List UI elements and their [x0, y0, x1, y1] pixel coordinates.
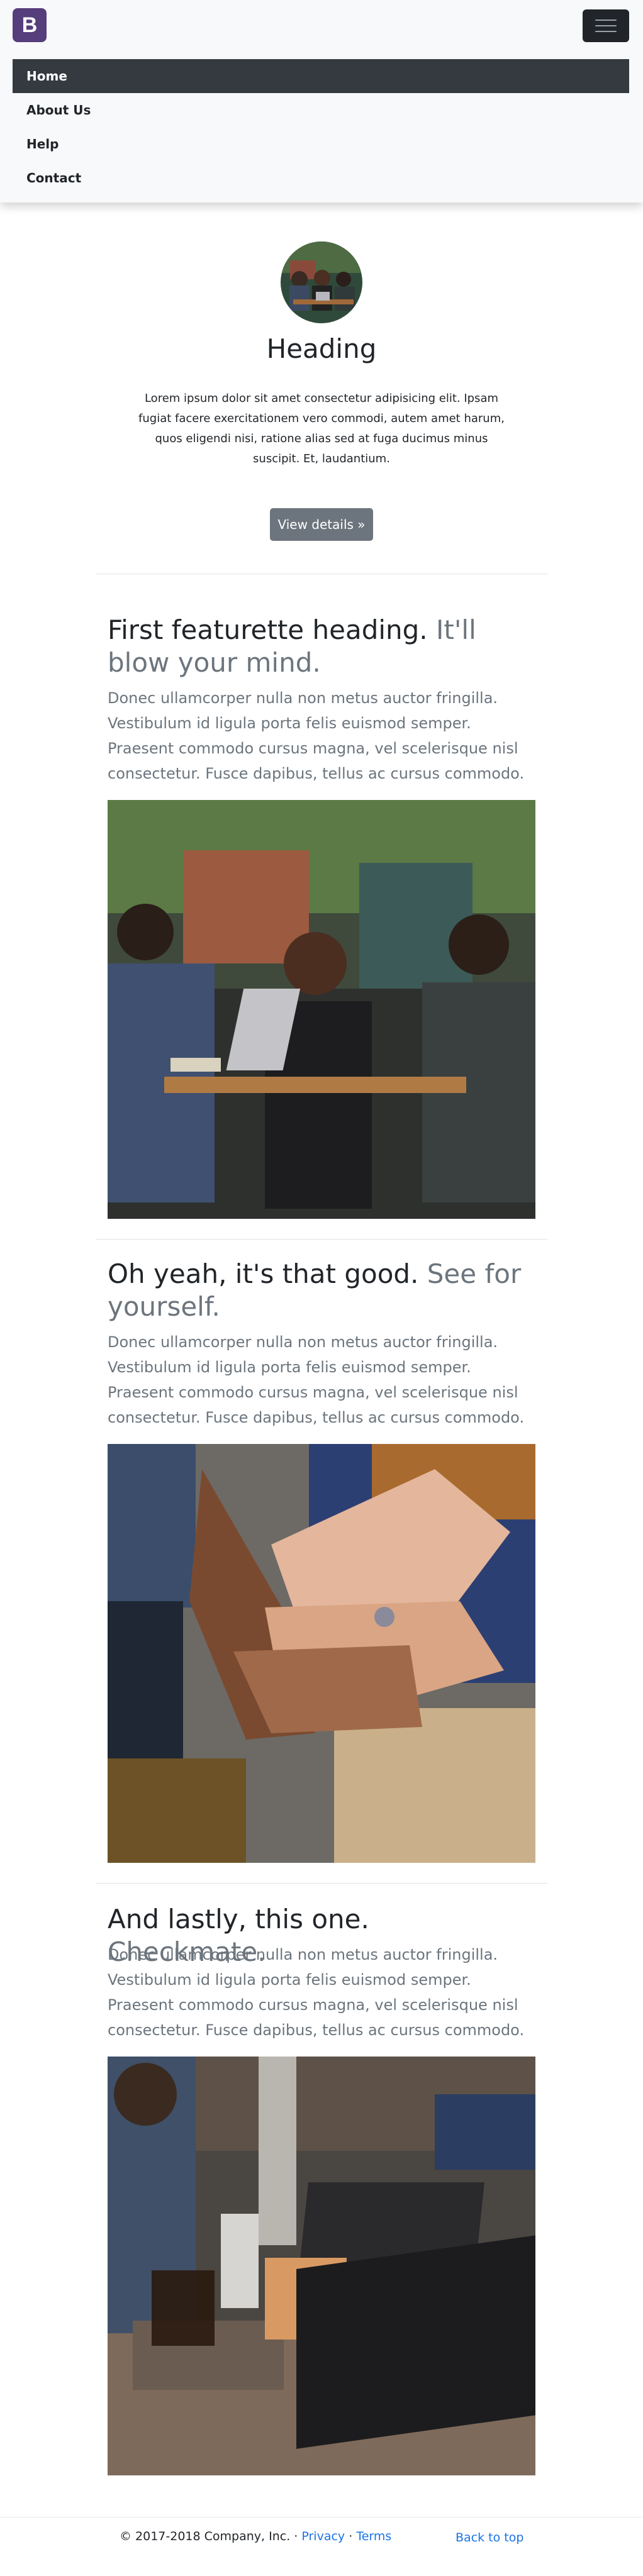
nav-item-about-us[interactable]: About Us [13, 93, 629, 127]
featurette-image [108, 2057, 535, 2475]
copyright-text: © 2017-2018 Company, Inc. · [120, 2529, 298, 2543]
featurette-heading-text: Oh yeah, it's that good. [108, 1258, 419, 1289]
hamburger-icon-bar [595, 19, 617, 21]
featurette-heading: Oh yeah, it's that good. See for yoursel… [108, 1258, 535, 1323]
nav-item-home[interactable]: Home [13, 59, 629, 93]
back-to-top-link[interactable]: Back to top [456, 2531, 523, 2545]
hamburger-icon-bar [595, 31, 617, 32]
hero-description: Lorem ipsum dolor sit amet consectetur a… [138, 392, 505, 465]
footer-separator: · [349, 2529, 353, 2543]
featurette-text: Donec ullamcorper nulla non metus auctor… [108, 1333, 525, 1426]
nav-item-contact[interactable]: Contact [13, 161, 629, 195]
footer-copyright: © 2017-2018 Company, Inc. · Privacy · Te… [120, 2529, 391, 2543]
featurette-image [108, 1444, 535, 1863]
navbar: B Home About Us Help Contact [0, 0, 643, 203]
featurette-image [108, 800, 535, 1219]
featurette-text: Donec ullamcorper nulla non metus auctor… [108, 1946, 525, 2039]
terms-link[interactable]: Terms [356, 2529, 391, 2543]
featurette-heading-text: First featurette heading. [108, 614, 428, 645]
footer-divider [0, 2517, 643, 2518]
view-details-button[interactable]: View details » [270, 508, 373, 541]
nav-menu: Home About Us Help Contact [13, 59, 629, 195]
featurette-text: Donec ullamcorper nulla non metus auctor… [108, 689, 525, 782]
featurette-heading: First featurette heading. It'll blow you… [108, 614, 535, 679]
featurette-heading-text: And lastly, this one. [108, 1904, 369, 1935]
privacy-link[interactable]: Privacy [301, 2529, 345, 2543]
navbar-toggler-button[interactable] [583, 9, 629, 42]
brand-logo[interactable]: B [13, 8, 47, 42]
featurette-divider [96, 1239, 547, 1240]
nav-item-help[interactable]: Help [13, 127, 629, 161]
hamburger-icon-bar [595, 25, 617, 26]
hero-heading: Heading [266, 333, 377, 364]
hero-avatar-image [281, 242, 362, 323]
featurette-divider [96, 1883, 547, 1884]
